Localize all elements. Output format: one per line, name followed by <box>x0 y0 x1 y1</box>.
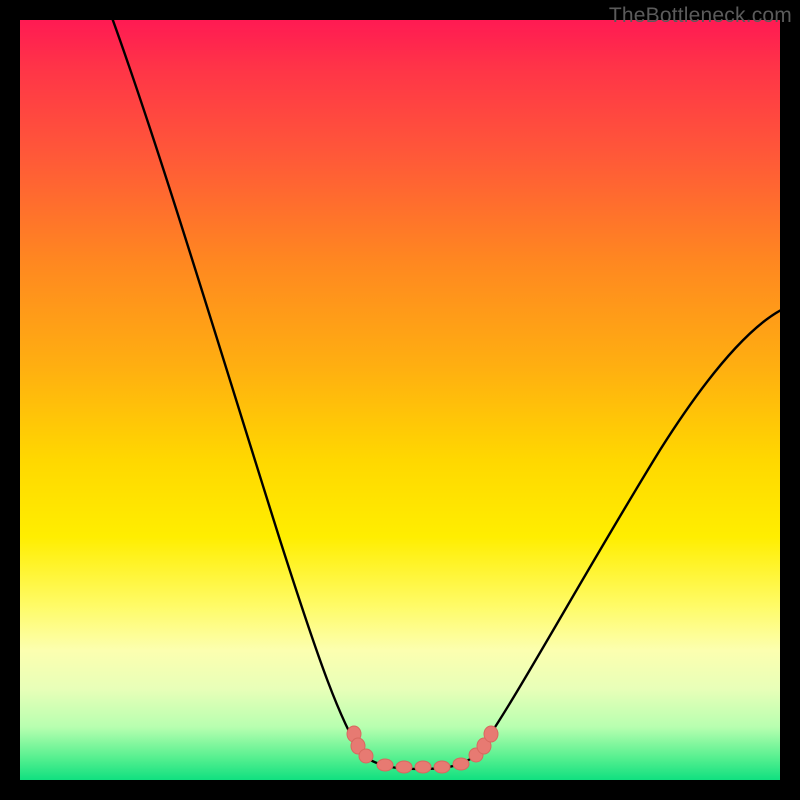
marker-dot <box>377 759 393 771</box>
valley-markers <box>347 726 498 773</box>
marker-dot <box>484 726 498 742</box>
bottleneck-right-curve <box>476 308 780 755</box>
watermark-text: TheBottleneck.com <box>609 4 792 28</box>
marker-dot <box>359 749 373 763</box>
marker-dot <box>434 761 450 773</box>
chart-frame <box>20 20 780 780</box>
marker-dot <box>396 761 412 773</box>
marker-dot <box>415 761 431 773</box>
marker-dot <box>453 758 469 770</box>
chart-svg <box>20 20 780 780</box>
bottleneck-left-curve <box>111 20 362 755</box>
